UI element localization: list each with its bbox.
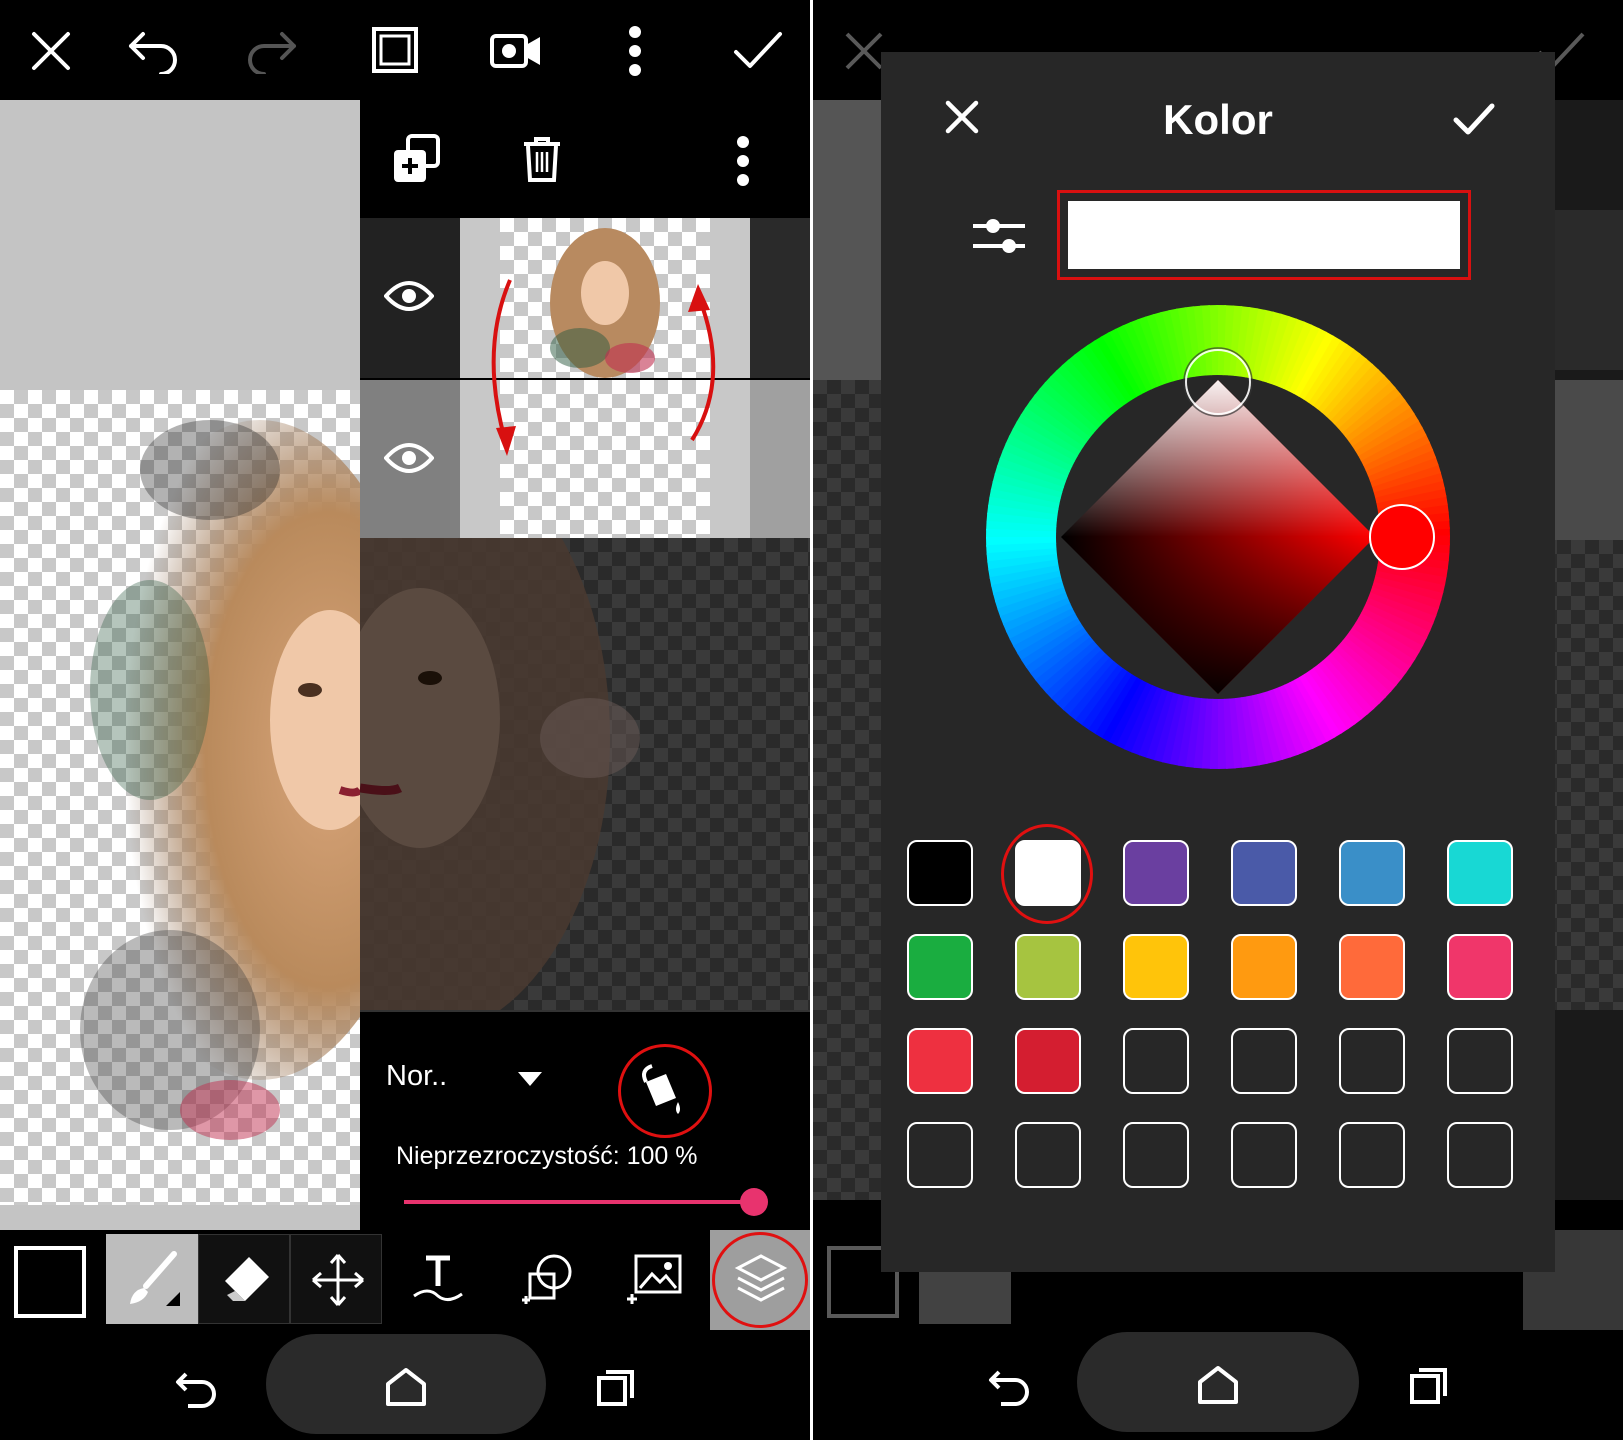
top-toolbar: [0, 0, 810, 100]
back-icon[interactable]: [174, 1370, 218, 1410]
brush-tool[interactable]: [106, 1234, 198, 1324]
color-swatch[interactable]: [1447, 934, 1513, 1000]
chevron-down-icon[interactable]: [518, 1072, 542, 1086]
empty-color-swatch[interactable]: [1123, 1122, 1189, 1188]
empty-color-swatch[interactable]: [1339, 1122, 1405, 1188]
back-icon[interactable]: [987, 1368, 1031, 1408]
annotation-circle: [1001, 824, 1093, 924]
hue-picker-handle: [1369, 504, 1435, 570]
opacity-slider-track[interactable]: [404, 1200, 754, 1204]
color-swatch[interactable]: [1015, 1028, 1081, 1094]
image-icon[interactable]: [626, 1252, 684, 1304]
close-icon[interactable]: [945, 100, 979, 134]
add-layer-icon[interactable]: [392, 134, 442, 184]
empty-color-swatch[interactable]: [1447, 1028, 1513, 1094]
annotation-circle: [712, 1232, 808, 1328]
dialog-title: Kolor: [1163, 96, 1273, 143]
color-dialog: Kolor: [881, 52, 1555, 1272]
bottom-toolbar: [0, 1230, 810, 1330]
empty-color-swatch[interactable]: [1015, 1122, 1081, 1188]
recents-icon[interactable]: [1409, 1366, 1449, 1406]
opacity-label: Nieprzezroczystość: 100 %: [396, 1142, 698, 1170]
empty-color-swatch[interactable]: [1123, 1028, 1189, 1094]
canvas-bottom-strip: [0, 1205, 360, 1230]
color-swatch[interactable]: [1231, 840, 1297, 906]
eye-icon[interactable]: [384, 280, 434, 312]
color-swatch[interactable]: [1231, 934, 1297, 1000]
layer-preview-dimmed: [360, 538, 810, 1010]
canvas-background: [0, 100, 360, 390]
swatch-grid: [907, 840, 1527, 1240]
redo-icon[interactable]: [246, 28, 300, 74]
trash-icon[interactable]: [522, 136, 562, 182]
fullscreen-icon[interactable]: [370, 25, 420, 75]
eraser-tool[interactable]: [198, 1234, 290, 1324]
close-icon[interactable]: [30, 30, 72, 72]
color-swatch[interactable]: [1123, 934, 1189, 1000]
color-swatch-button[interactable]: [14, 1246, 86, 1318]
more-vertical-icon[interactable]: [628, 26, 642, 76]
empty-color-swatch[interactable]: [1447, 1122, 1513, 1188]
color-swatch[interactable]: [907, 1028, 973, 1094]
shape-icon[interactable]: [520, 1250, 576, 1306]
nav-bar: [0, 1330, 810, 1440]
color-wheel[interactable]: [983, 302, 1453, 772]
color-swatch[interactable]: [907, 840, 973, 906]
layer-properties: Nor.. Nieprzezroczystość: 100 %: [360, 1010, 810, 1230]
confirm-check-icon[interactable]: [1453, 102, 1495, 136]
empty-color-swatch[interactable]: [907, 1122, 973, 1188]
empty-color-swatch[interactable]: [1231, 1122, 1297, 1188]
empty-color-swatch[interactable]: [1339, 1028, 1405, 1094]
eye-icon[interactable]: [384, 442, 434, 474]
video-icon[interactable]: [490, 32, 542, 70]
color-swatch[interactable]: [907, 934, 973, 1000]
opacity-slider-handle[interactable]: [740, 1188, 768, 1216]
annotation-circle: [618, 1044, 712, 1138]
color-swatch[interactable]: [1339, 840, 1405, 906]
reorder-arrows-annotation: [491, 279, 716, 456]
color-swatch[interactable]: [1447, 840, 1513, 906]
right-screen: Kolor: [813, 0, 1623, 1440]
blend-mode-label: Nor..: [386, 1060, 448, 1092]
undo-icon[interactable]: [125, 28, 179, 74]
layers-toolbar: [360, 100, 810, 218]
empty-color-swatch[interactable]: [1231, 1028, 1297, 1094]
text-icon[interactable]: [410, 1250, 466, 1306]
home-button[interactable]: [1077, 1332, 1359, 1432]
recents-icon[interactable]: [596, 1368, 636, 1408]
canvas-image[interactable]: [0, 390, 360, 1205]
color-swatch[interactable]: [1123, 840, 1189, 906]
color-swatch[interactable]: [1015, 934, 1081, 1000]
home-button[interactable]: [266, 1334, 546, 1434]
left-screen: Nor.. Nieprzezroczystość: 100 %: [0, 0, 810, 1440]
move-tool[interactable]: [290, 1234, 382, 1324]
color-swatch[interactable]: [1339, 934, 1405, 1000]
layers-panel: Nor.. Nieprzezroczystość: 100 %: [360, 100, 810, 1230]
layers-more-icon[interactable]: [736, 136, 750, 186]
apply-check-icon[interactable]: [732, 30, 784, 72]
current-color-preview[interactable]: [1057, 190, 1471, 280]
sliders-icon[interactable]: [971, 216, 1027, 256]
nav-bar-right: [813, 1330, 1623, 1440]
